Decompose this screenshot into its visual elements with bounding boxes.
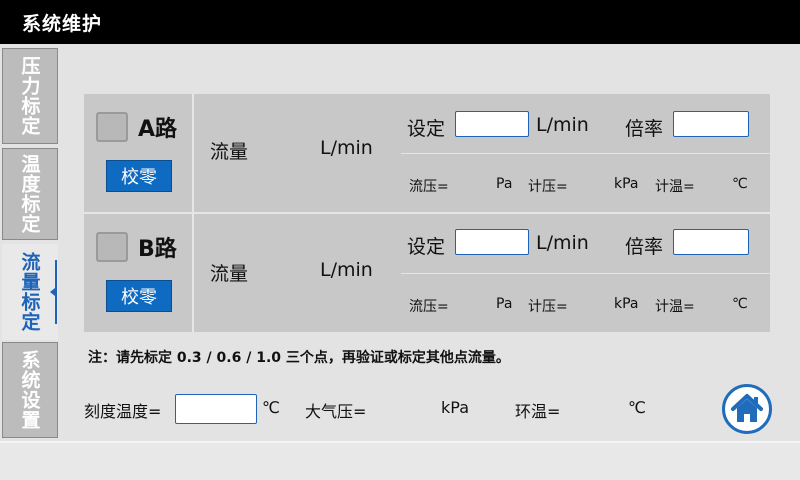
route-b-zero-button[interactable]: 校零: [106, 280, 172, 312]
route-a-label: A路: [138, 117, 178, 142]
route-a-set-label: 设定: [407, 118, 446, 140]
route-a-meter-pressure-unit: kPa: [614, 176, 639, 192]
tab-flow-calibration[interactable]: 流量标定: [2, 244, 58, 340]
route-b-divider: [401, 273, 770, 274]
route-b-meter-temp-label: 计温=: [655, 299, 695, 315]
route-a-meter-pressure-label: 计压=: [528, 179, 568, 195]
ambient-temp-unit: ℃: [628, 398, 646, 417]
route-a-flow-label: 流量: [210, 141, 249, 163]
atm-pressure-unit: kPa: [441, 398, 469, 417]
ambient-temp-label: 环温=: [515, 402, 561, 421]
route-b-meter-temp-unit: ℃: [732, 296, 748, 312]
route-b-ratio-label: 倍率: [625, 236, 664, 258]
route-b-panel: B路 校零 流量 L/min 设定 L/min 倍率 流压= Pa 计压= kP…: [84, 214, 770, 332]
atm-pressure-label: 大气压=: [305, 402, 367, 421]
title-bar: 系统维护: [0, 0, 800, 44]
tab-pressure-calibration[interactable]: 压力标定: [2, 48, 58, 144]
route-a-ratio-input[interactable]: [673, 111, 749, 137]
route-a-ratio-label: 倍率: [625, 118, 664, 140]
route-b-ratio-input[interactable]: [673, 229, 749, 255]
route-b-flow-unit: L/min: [320, 259, 373, 281]
route-a-meter-temp-unit: ℃: [732, 176, 748, 192]
route-b-set-label: 设定: [407, 236, 446, 258]
tab-label: 压力标定: [18, 56, 41, 136]
home-button[interactable]: [722, 384, 772, 434]
side-tabs: 压力标定 温度标定 流量标定 系统设置: [0, 44, 60, 441]
route-a-flow-unit: L/min: [320, 137, 373, 159]
footer-bar: [0, 441, 800, 480]
tab-system-settings[interactable]: 系统设置: [2, 342, 58, 438]
route-b-flow-pressure-unit: Pa: [496, 296, 513, 312]
calibration-note: 注：请先标定 0.3 / 0.6 / 1.0 三个点，再验证或标定其他点流量。: [88, 350, 510, 366]
calib-temp-input[interactable]: [175, 394, 257, 424]
tab-label: 系统设置: [18, 350, 41, 430]
route-b-checkbox[interactable]: [96, 232, 128, 262]
route-b-flow-pressure-label: 流压=: [409, 299, 449, 315]
route-b-meter-pressure-unit: kPa: [614, 296, 639, 312]
route-a-checkbox[interactable]: [96, 112, 128, 142]
route-b-flow-label: 流量: [210, 263, 249, 285]
route-a-meter-temp-label: 计温=: [655, 179, 695, 195]
route-a-flow-pressure-label: 流压=: [409, 179, 449, 195]
route-b-meter-pressure-label: 计压=: [528, 299, 568, 315]
tab-label: 流量标定: [18, 252, 41, 332]
calib-temp-label: 刻度温度=: [84, 402, 162, 421]
home-icon: [731, 394, 763, 422]
page-title: 系统维护: [22, 13, 103, 35]
route-a-zero-button[interactable]: 校零: [106, 160, 172, 192]
route-a-set-input[interactable]: [455, 111, 529, 137]
route-a-panel: A路 校零 流量 L/min 设定 L/min 倍率 流压= Pa 计压= kP…: [84, 94, 770, 214]
route-b-set-input[interactable]: [455, 229, 529, 255]
route-b-set-unit: L/min: [536, 232, 589, 254]
route-a-flow-pressure-unit: Pa: [496, 176, 513, 192]
calib-temp-unit: ℃: [262, 398, 280, 417]
route-b-label: B路: [138, 237, 177, 262]
tab-label: 温度标定: [18, 154, 41, 234]
route-a-set-unit: L/min: [536, 114, 589, 136]
tab-temperature-calibration[interactable]: 温度标定: [2, 148, 58, 240]
route-a-divider: [401, 153, 770, 154]
